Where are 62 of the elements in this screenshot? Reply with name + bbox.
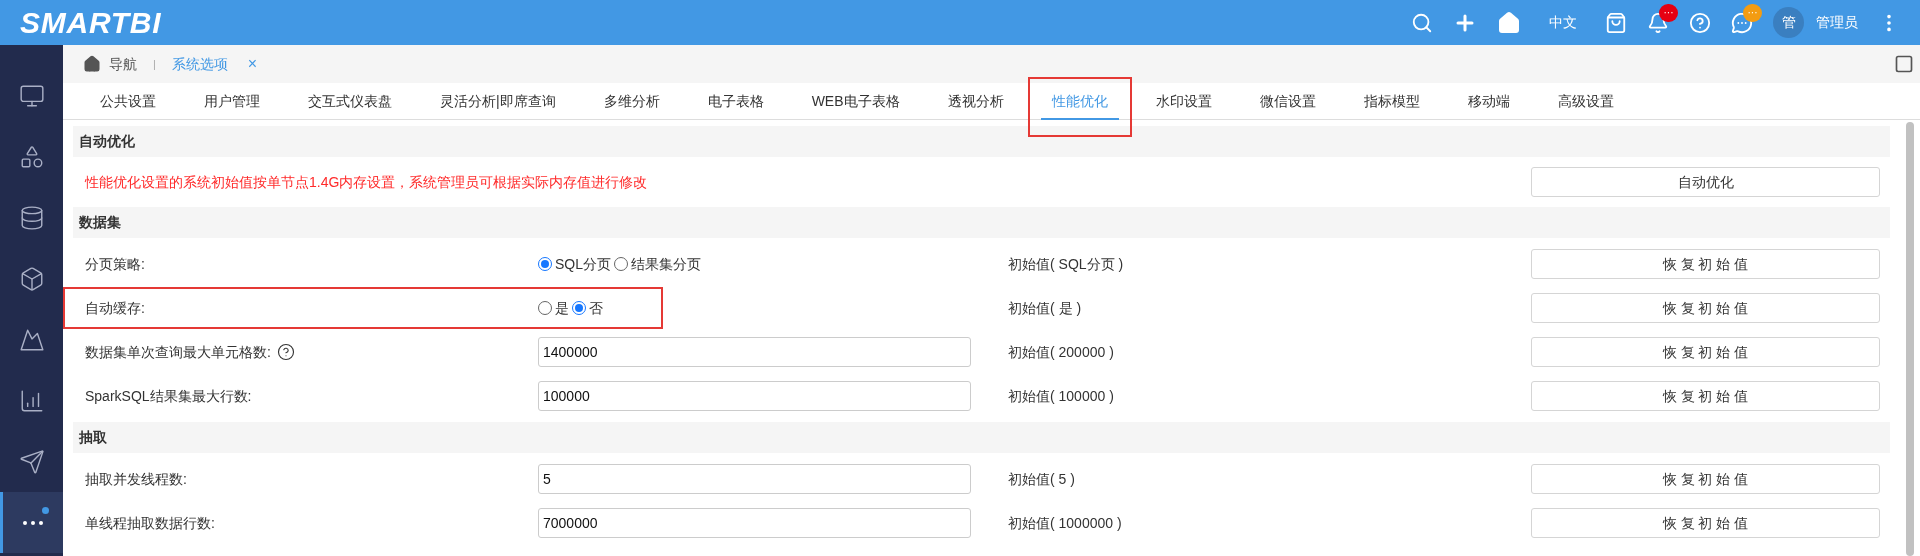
notification-badge: ··· <box>1659 3 1678 22</box>
avatar[interactable]: 管 <box>1773 7 1804 38</box>
bag-icon[interactable] <box>1605 11 1627 34</box>
section-header: 数据集 <box>73 207 1890 238</box>
tab[interactable]: 透视分析 <box>936 91 1015 120</box>
initial-value: 初始值( 是 ) <box>1008 298 1083 318</box>
section-header: 抽取 <box>73 422 1890 453</box>
auto-optimize-button[interactable]: 自动优化 <box>1531 167 1880 197</box>
tab[interactable]: 交互式仪表盘 <box>297 91 403 120</box>
tab[interactable]: 高级设置 <box>1546 91 1625 120</box>
tab[interactable]: WEB电子表格 <box>800 91 911 120</box>
setting-label: 单线程抽取数据行数: <box>85 513 215 533</box>
initial-value: 初始值( 5 ) <box>1008 469 1076 489</box>
help-icon[interactable] <box>276 343 295 361</box>
paper-plane-icon <box>18 448 45 475</box>
setting-label: 自动缓存: <box>85 298 145 318</box>
chat-icon[interactable] <box>1731 11 1753 34</box>
tab[interactable]: 指标模型 <box>1352 91 1431 120</box>
setting-label: 分页策略: <box>85 254 145 274</box>
input-field[interactable]: 1400000 <box>538 337 971 367</box>
radio-label[interactable]: 否 <box>589 297 603 319</box>
input-field[interactable]: 100000 <box>538 381 971 411</box>
home-icon[interactable] <box>83 55 101 73</box>
initial-value: 初始值( 100000 ) <box>1008 386 1115 406</box>
initial-value: 初始值( SQL分页 ) <box>1008 254 1125 274</box>
tab[interactable]: 移动端 <box>1456 91 1521 120</box>
radio-label[interactable]: 是 <box>555 297 569 319</box>
tab[interactable]: 公共设置 <box>89 91 167 120</box>
tab[interactable]: 微信设置 <box>1248 91 1327 120</box>
restore-button[interactable]: 恢 复 初 始 值 <box>1531 464 1880 494</box>
tab[interactable]: 多维分析 <box>592 91 671 120</box>
setting-label: 数据集单次查询最大单元格数: <box>85 342 271 362</box>
logo: SMARTBI <box>20 5 162 41</box>
restore-button[interactable]: 恢 复 初 始 值 <box>1531 508 1880 538</box>
restore-button[interactable]: 恢 复 初 始 值 <box>1531 337 1880 367</box>
radio-label[interactable]: 结果集分页 <box>631 253 701 275</box>
radio-label[interactable]: SQL分页 <box>555 253 611 275</box>
more-icon <box>23 520 43 525</box>
bell-icon[interactable] <box>1647 11 1669 34</box>
maximize-icon[interactable] <box>1894 54 1914 74</box>
setting-label: SparkSQL结果集最大行数: <box>85 386 252 406</box>
breadcrumb-separator: | <box>152 56 157 72</box>
restore-button[interactable]: 恢 复 初 始 值 <box>1531 381 1880 411</box>
restore-button[interactable]: 恢 复 初 始 值 <box>1531 249 1880 279</box>
tab[interactable]: 电子表格 <box>696 91 775 120</box>
initial-value: 初始值( 200000 ) <box>1008 342 1115 362</box>
search-icon[interactable] <box>1411 11 1433 34</box>
home-icon[interactable] <box>1497 10 1521 35</box>
setting-label: 抽取并发线程数: <box>85 469 187 489</box>
notice-text: 性能优化设置的系统初始值按单节点1.4G内存设置，系统管理员可根据实际内存值进行修改 <box>83 172 649 192</box>
tab[interactable]: 水印设置 <box>1144 91 1223 120</box>
input-field[interactable]: 7000000 <box>538 508 971 538</box>
restore-button[interactable]: 恢 复 初 始 值 <box>1531 293 1880 323</box>
initial-value: 初始值( 1000000 ) <box>1008 513 1123 533</box>
message-badge: ··· <box>1743 3 1762 22</box>
tab[interactable]: 用户管理 <box>193 91 271 120</box>
sidebar-item[interactable] <box>0 492 63 553</box>
input-field[interactable]: 5 <box>538 464 971 494</box>
section-header: 自动优化 <box>73 126 1890 157</box>
scrollbar[interactable] <box>1906 122 1914 556</box>
breadcrumb-link[interactable]: 导航 <box>109 53 137 75</box>
tab[interactable]: 灵活分析|即席查询 <box>429 91 567 120</box>
